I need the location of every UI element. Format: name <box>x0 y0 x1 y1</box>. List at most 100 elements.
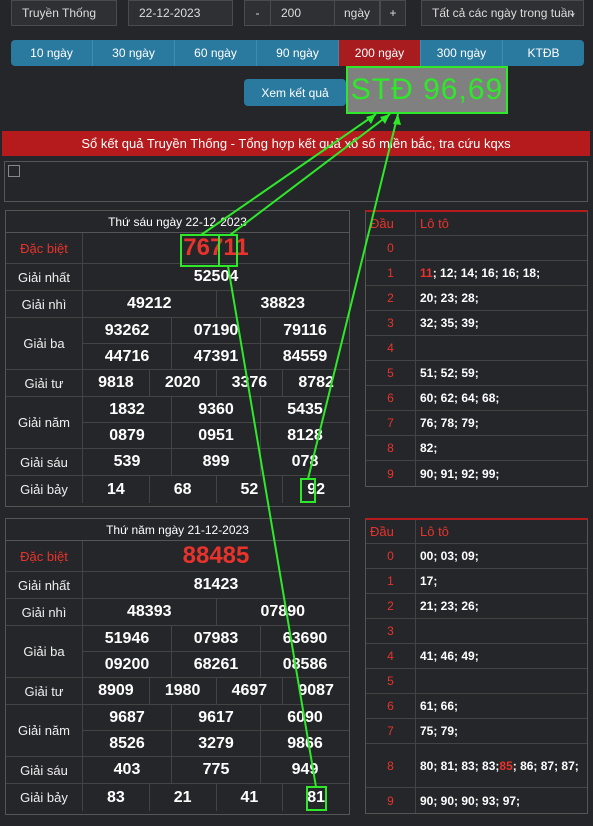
prize-row: Giải năm 1832 9360 5435 0879 0951 8128 <box>6 397 349 449</box>
prize-number: 0951 <box>172 423 261 448</box>
prize-number: 14 <box>83 476 150 503</box>
prize-number: 9866 <box>287 734 323 752</box>
prize-number: 9818 <box>83 370 150 396</box>
loto-head-digit: 5 <box>366 361 416 385</box>
weekday-filter-select[interactable]: Tất cả các ngày trong tuần ⌄ <box>421 0 584 26</box>
prize-number: 539 <box>83 449 172 475</box>
loto-values: 51; 52; 59; <box>420 366 479 380</box>
loto-head-digit: 0 <box>366 544 416 568</box>
loto-values: 75; 79; <box>420 724 459 738</box>
prize-number: 078 <box>291 453 319 470</box>
range-button[interactable]: 300 ngày <box>421 40 503 66</box>
loto-header-cell: Lô tô <box>420 524 449 539</box>
prize-row: Giải nhất 81423 <box>6 572 349 599</box>
plus-button[interactable]: + <box>380 0 406 26</box>
prize-number: 92 <box>307 480 326 498</box>
days-unit: ngày <box>334 0 380 26</box>
loto-header-cell: Đầu <box>366 520 416 543</box>
prize-number: 47391 <box>172 344 261 369</box>
range-button[interactable]: 60 ngày <box>175 40 257 66</box>
loto-values: 60; 62; 64; 68; <box>420 391 500 405</box>
prize-number: 8782 <box>298 374 334 391</box>
prize-row: Đặc biệt 76711 <box>6 233 349 264</box>
prize-number: 07983 <box>172 626 261 651</box>
prize-number: 83 <box>83 784 150 811</box>
std-highlight-label: STĐ 96,69 <box>346 66 508 114</box>
prize-row: Giải năm 9687 9617 6090 8526 3279 9866 <box>6 705 349 757</box>
minus-button[interactable]: - <box>244 0 271 26</box>
prize-number: 44716 <box>83 344 172 369</box>
loto-row: 9 90; 90; 90; 93; 97; <box>366 788 587 813</box>
loto-head-digit: 2 <box>366 286 416 310</box>
loto-highlight: 85 <box>499 758 513 773</box>
loto-row: 5 51; 52; 59; <box>366 361 587 386</box>
prize-number: 9087 <box>298 682 334 699</box>
prize-label: Giải ba <box>6 318 83 369</box>
prize-label: Giải nhì <box>6 599 83 625</box>
loto-row: 0 00; 03; 09; <box>366 544 587 569</box>
range-button[interactable]: 200 ngày <box>339 40 421 66</box>
range-button[interactable]: 10 ngày <box>11 40 93 66</box>
loto-values: 17; <box>420 574 438 588</box>
loto-row: 5 <box>366 669 587 694</box>
page-banner: Sổ kết quả Truyền Thống - Tổng hợp kết q… <box>2 131 590 156</box>
loto-row: 1 17; <box>366 569 587 594</box>
prize-label: Giải năm <box>6 705 83 756</box>
loto-header-cell: Đầu <box>366 212 416 235</box>
prize-number: 93262 <box>83 318 172 343</box>
prize-number: 81 <box>307 788 326 806</box>
prize-row: Giải bảy 83 21 41 81 <box>6 784 349 811</box>
loto-head-digit: 3 <box>366 311 416 335</box>
prize-label: Đặc biệt <box>6 233 83 263</box>
loto-table-2: Đầu Lô tô 0 00; 03; 09; 1 17; 2 21; 23; 26; 3 4 41… <box>365 518 588 814</box>
prize-number: 3279 <box>172 731 261 756</box>
region-select[interactable]: Truyền Thống <box>11 0 117 26</box>
prize-number: 68261 <box>172 652 261 677</box>
loto-values: 32; 35; 39; <box>420 316 479 330</box>
prize-number: 8128 <box>287 426 323 444</box>
loto-header-cell: Lô tô <box>420 216 449 231</box>
prize-row: Giải sáu 403 775 949 <box>6 757 349 784</box>
prize-number: 21 <box>150 784 217 811</box>
arrow-head-2 <box>380 114 390 124</box>
prize-number: 9360 <box>172 397 261 422</box>
prize-label: Đặc biệt <box>6 541 83 571</box>
broken-image-icon <box>8 165 20 177</box>
loto-values: 41; 46; 49; <box>420 649 479 663</box>
loto-values: 82; <box>420 441 438 455</box>
prize-number: 9617 <box>172 705 261 730</box>
loto-row: 4 41; 46; 49; <box>366 644 587 669</box>
arrow-head-1 <box>366 114 376 124</box>
prize-number: 07190 <box>172 318 261 343</box>
prize-label: Giải bảy <box>6 784 83 811</box>
prize-row: Giải nhì 48393 07890 <box>6 599 349 626</box>
prize-number: 09200 <box>83 652 172 677</box>
loto-head-digit: 7 <box>366 411 416 435</box>
plus-label: + <box>389 6 397 20</box>
loto-head-digit: 8 <box>366 744 416 787</box>
loto-header: Đầu Lô tô <box>366 212 587 236</box>
prize-number: 2020 <box>150 370 217 396</box>
loto-row: 2 21; 23; 26; <box>366 594 587 619</box>
range-button[interactable]: 30 ngày <box>93 40 175 66</box>
date-input[interactable]: 22-12-2023 <box>128 0 233 26</box>
loto-row: 3 32; 35; 39; <box>366 311 587 336</box>
days-input[interactable]: 200 <box>270 0 335 26</box>
result-date-title: Thứ năm ngày 21-12-2023 <box>6 519 349 541</box>
range-button[interactable]: 90 ngày <box>257 40 339 66</box>
prize-number: 07890 <box>260 603 306 620</box>
loto-row: 0 <box>366 236 587 261</box>
prize-label: Giải năm <box>6 397 83 448</box>
arrow-head-3 <box>393 114 401 125</box>
loto-row: 8 82; <box>366 436 587 461</box>
prize-row: Giải bảy 14 68 52 92 <box>6 476 349 503</box>
view-results-button[interactable]: Xem kết quả <box>244 79 346 106</box>
loto-head-digit: 1 <box>366 569 416 593</box>
loto-row: 8 80; 81; 83; 83; 85; 86; 87; 87; <box>366 744 587 788</box>
loto-values: 80; 81; 83; 83; 85; 86; 87; 87; <box>420 758 579 773</box>
loto-table-1: Đầu Lô tô 0 1 11; 12; 14; 16; 16; 18; 2 20; 23… <box>365 210 588 487</box>
prize-number: 0879 <box>83 423 172 448</box>
loto-head-digit: 0 <box>366 236 416 260</box>
range-button[interactable]: KTĐB <box>503 40 584 66</box>
weekday-filter-value: Tất cả các ngày trong tuần <box>432 6 575 20</box>
